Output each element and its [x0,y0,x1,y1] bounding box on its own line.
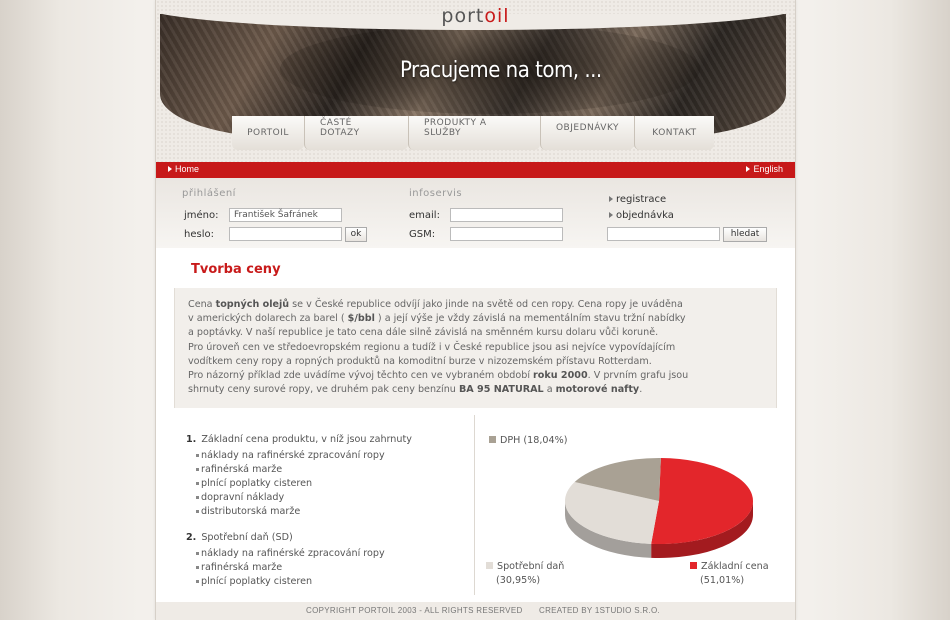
footer-created-by[interactable]: CREATED BY 1studio s.r.o. [539,606,660,615]
arrow-right-icon [609,196,613,202]
intro-line: Cena topných olejů se v České republice … [188,299,683,310]
nav-item-kontakt[interactable]: KONTAKT [634,116,714,150]
arrow-right-icon [609,212,613,218]
nav-item-portoil[interactable]: PORTOIL [232,116,304,150]
page-title: Tvorba ceny [191,262,281,277]
name-label: jméno: [184,210,219,221]
intro-line: Pro úroveň cen ve středoevropském region… [188,341,676,353]
list-item: rafinérská marže [186,464,476,478]
list-item: plnící poplatky cisteren [186,478,476,492]
footer-copyright: COPYRIGHT Portoil 2003 - ALL RIGHTS RESE… [306,606,523,615]
list-item: plnící poplatky cisteren [186,576,476,590]
password-label: heslo: [184,229,214,240]
header: Pracujeme na tom, ... portoil PORTOIL ČA… [156,0,795,162]
nav-item-objednavky[interactable]: OBJEDNÁVKY [540,116,634,150]
price-components: 1. Základní cena produktu, v níž jsou zah… [186,434,476,590]
nav-item-caste-dotazy[interactable]: ČASTÉ DOTAZY [304,116,408,150]
search-input[interactable] [607,227,720,241]
group-title: 1. Základní cena produktu, v níž jsou zah… [186,434,412,445]
gsm-label: GSM: [409,229,436,240]
legend-swatch [690,562,697,569]
gsm-input[interactable] [450,227,563,241]
login-strip: přihlášení jméno: František Šafránek hes… [156,178,795,248]
login-title: přihlášení [182,188,236,199]
list-item: dopravní náklady [186,492,476,506]
intro-line: vodítkem ceny ropy a ropných produktů na… [188,355,652,367]
password-input[interactable] [229,227,342,241]
legend-zakladni-cena: Základní cena (51,01%) [690,560,769,588]
objednavka-link[interactable]: objednávka [609,210,674,221]
legend-spotrebni-dan: Spotřební daň (30,95%) [486,560,564,588]
logo-oil: oil [484,5,510,27]
infoservis-title: infoservis [409,188,463,199]
footer: COPYRIGHT Portoil 2003 - ALL RIGHTS RESE… [156,602,795,620]
home-link[interactable]: Home [168,164,199,174]
group-title: 2. Spotřební daň (SD) [186,532,293,543]
logo[interactable]: portoil [156,5,795,27]
nav-item-produkty[interactable]: PRODUKTY A SLUŽBY [408,116,540,150]
page-container: Pracujeme na tom, ... portoil PORTOIL ČA… [155,0,796,620]
english-link[interactable]: English [746,164,783,174]
intro-line: shrnuty ceny surové ropy, ve druhém pak … [188,384,643,396]
main-nav: PORTOIL ČASTÉ DOTAZY PRODUKTY A SLUŽBY O… [232,116,714,150]
email-label: email: [409,210,440,221]
registrace-link[interactable]: registrace [609,194,666,205]
intro-line: a poptávky. V naší republice je tato cen… [188,327,659,339]
list-item: náklady na rafinérské zpracování ropy [186,450,476,464]
legend-swatch [486,562,493,569]
login-ok-button[interactable]: ok [345,227,367,242]
search-button[interactable]: hledat [723,227,767,242]
arrow-right-icon [168,166,172,172]
pie-chart: DPH (18,04%) Spotřební daň (30,95%) Zákla… [476,428,795,598]
breadcrumb-bar: Home English [156,162,795,178]
list-item: náklady na rafinérské zpracování ropy [186,548,476,562]
intro-line: v amerických dolarech za barel ( $/bbl )… [188,313,686,325]
email-input[interactable] [450,208,563,222]
logo-port: port [441,5,485,27]
arrow-right-icon [746,166,751,172]
list-item: distributorská marže [186,506,476,520]
intro-text: Cena topných olejů se v České republice … [174,288,777,408]
intro-line: Pro názorný příklad zde uvádíme vývoj tě… [188,370,689,382]
list-item: rafinérská marže [186,562,476,576]
name-input[interactable]: František Šafránek [229,208,342,222]
banner-slogan: Pracujeme na tom, ... [400,58,602,83]
